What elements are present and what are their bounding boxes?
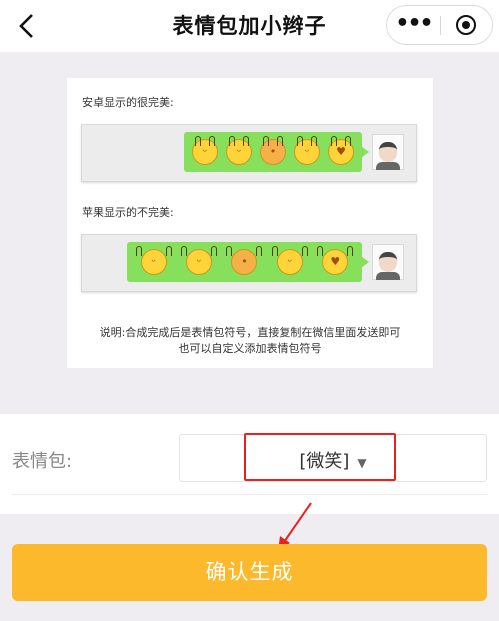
annotation-arrow-icon bbox=[278, 502, 312, 551]
confirm-generate-button[interactable]: 确认生成 bbox=[12, 544, 487, 601]
